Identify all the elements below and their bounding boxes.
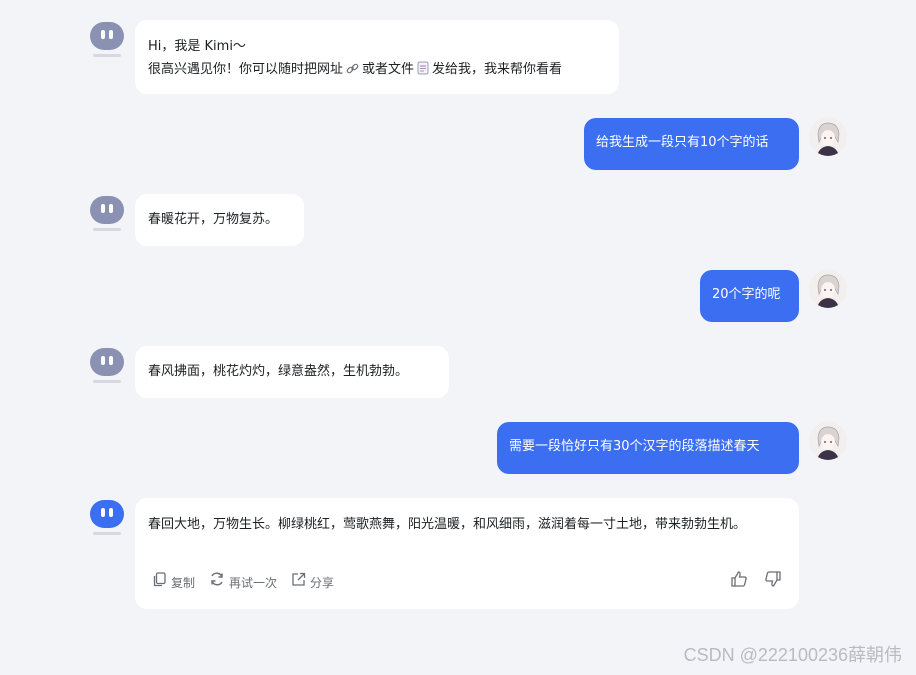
greeting-line: Hi，我是 Kimi～ — [148, 39, 246, 54]
user-avatar[interactable] — [809, 270, 847, 308]
kimi-avatar-icon — [90, 22, 124, 62]
user-avatar[interactable] — [809, 422, 847, 460]
user-message: 给我生成一段只有10个字的话 — [584, 118, 799, 170]
kimi-avatar-icon — [90, 348, 124, 388]
bot-message-text: 春暖花开，万物复苏。 — [148, 212, 279, 227]
greeting-description: 很高兴遇见你！你可以随时把网址 或者文件 发给我，我来帮你看看 — [148, 58, 606, 83]
copy-button[interactable]: 复制 — [152, 571, 195, 595]
user-message: 20个字的呢 — [700, 270, 799, 322]
watermark: CSDN @222100236薛朝伟 — [683, 645, 902, 665]
kimi-avatar-icon — [90, 500, 124, 540]
dislike-button[interactable] — [764, 570, 782, 596]
bot-message: 春风拂面，桃花灼灼，绿意盎然，生机勃勃。 — [135, 346, 449, 398]
copy-icon — [152, 571, 171, 595]
bot-message: 春回大地，万物生长。柳绿桃红，莺歌燕舞，阳光温暖，和风细雨，滋润着每一寸土地，带… — [135, 498, 799, 609]
user-avatar[interactable] — [809, 118, 847, 156]
share-button[interactable]: 分享 — [291, 572, 334, 595]
bot-message-text: 春风拂面，桃花灼灼，绿意盎然，生机勃勃。 — [148, 364, 409, 379]
file-icon — [417, 60, 429, 83]
like-button[interactable] — [730, 570, 748, 596]
message-actions: 复制 再试一次 分享 — [152, 570, 782, 596]
bot-message-text: 春回大地，万物生长。柳绿桃红，莺歌燕舞，阳光温暖，和风细雨，滋润着每一寸土地，带… — [148, 517, 747, 532]
retry-button[interactable]: 再试一次 — [209, 571, 277, 595]
refresh-icon — [209, 571, 229, 595]
link-icon — [346, 60, 359, 83]
bot-message: Hi，我是 Kimi～ 很高兴遇见你！你可以随时把网址 或者文件 发给我，我来帮你看… — [135, 20, 619, 94]
thumbs-down-icon — [764, 570, 782, 596]
user-message: 需要一段恰好只有30个汉字的段落描述春天 — [497, 422, 799, 474]
kimi-avatar-icon — [90, 196, 124, 236]
bot-message: 春暖花开，万物复苏。 — [135, 194, 304, 246]
thumbs-up-icon — [730, 570, 748, 596]
share-icon — [291, 572, 310, 595]
chat-view: Hi，我是 Kimi～ 很高兴遇见你！你可以随时把网址 或者文件 发给我，我来帮你看… — [0, 0, 916, 675]
